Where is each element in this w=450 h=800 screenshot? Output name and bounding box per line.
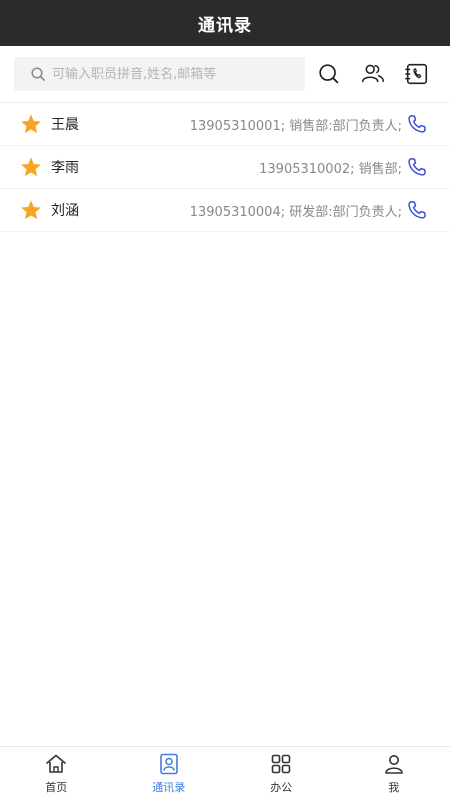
contact-name: 王晨 xyxy=(51,117,79,133)
star-icon[interactable] xyxy=(20,156,42,178)
group-contacts-icon[interactable] xyxy=(359,60,387,88)
header-bar: 通讯录 xyxy=(0,0,450,46)
grid-icon xyxy=(271,754,291,774)
tab-me[interactable]: 我 xyxy=(338,747,450,800)
tab-label: 办公 xyxy=(270,781,293,794)
contact-info: 13905310002; 销售部; xyxy=(259,161,402,177)
contact-list: 王晨 13905310001; 销售部:部门负责人; 李雨 1390531000… xyxy=(0,103,450,232)
list-item[interactable]: 李雨 13905310002; 销售部; xyxy=(0,146,450,189)
phone-icon[interactable] xyxy=(406,113,428,135)
contact-info: 13905310001; 销售部:部门负责人; xyxy=(189,118,402,134)
star-icon[interactable] xyxy=(20,199,42,221)
contacts-icon xyxy=(159,753,178,775)
contact-name: 李雨 xyxy=(51,160,79,176)
search-icon xyxy=(31,67,45,81)
tab-label: 首页 xyxy=(45,781,68,794)
list-item[interactable]: 王晨 13905310001; 销售部:部门负责人; xyxy=(0,103,450,146)
bottom-tab-bar: 首页 通讯录 办公 我 xyxy=(0,746,450,800)
list-item[interactable]: 刘涵 13905310004; 研发部:部门负责人; xyxy=(0,189,450,232)
tab-home[interactable]: 首页 xyxy=(0,747,113,800)
search-icon[interactable] xyxy=(315,60,343,88)
star-icon[interactable] xyxy=(20,113,42,135)
search-box[interactable] xyxy=(14,57,305,91)
app-root: 通讯录 可输入职员拼音,姓名,邮箱等 王晨 13905310001; 销售部:部… xyxy=(0,0,450,800)
toolbar-icons xyxy=(315,60,431,88)
home-icon xyxy=(46,754,67,773)
contact-name: 刘涵 xyxy=(51,203,79,219)
search-input[interactable] xyxy=(52,66,282,82)
page-title: 通讯录 xyxy=(198,15,252,36)
user-icon xyxy=(384,755,403,774)
tab-label: 我 xyxy=(388,781,400,794)
phone-icon[interactable] xyxy=(406,156,428,178)
contact-info: 13905310004; 研发部:部门负责人; xyxy=(189,204,402,220)
search-row xyxy=(0,46,450,103)
tab-label: 通讯录 xyxy=(152,781,186,794)
tab-office[interactable]: 办公 xyxy=(225,747,338,800)
phonebook-icon[interactable] xyxy=(403,60,431,88)
tab-contacts[interactable]: 通讯录 xyxy=(113,747,226,800)
phone-icon[interactable] xyxy=(406,199,428,221)
